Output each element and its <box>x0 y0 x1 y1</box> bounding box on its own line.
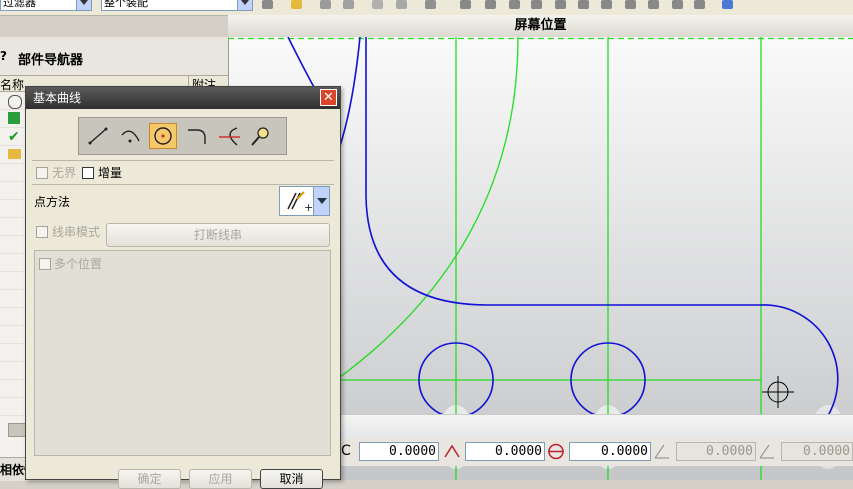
angle-icon[interactable] <box>757 442 777 461</box>
selection-scope-value: 整个装配 <box>104 0 148 9</box>
snap-bounded-icon[interactable] <box>672 0 683 9</box>
folder-icon <box>8 149 21 159</box>
tool-icon[interactable] <box>396 0 407 9</box>
snap-control-icon[interactable] <box>531 0 542 9</box>
circle-icon[interactable] <box>149 123 177 149</box>
coordinate-strip <box>339 414 853 439</box>
model-views-icon <box>8 112 20 124</box>
snap-point-icon[interactable] <box>460 0 471 9</box>
cancel-button[interactable]: 取消 <box>260 469 323 489</box>
main-toolbar: 过滤器 整个装配 <box>0 0 853 16</box>
xc-label: C <box>341 443 351 459</box>
extra-field[interactable]: 0.0000 <box>781 442 853 461</box>
snap-face-icon[interactable] <box>648 0 659 9</box>
coordinate-bar: C 0.0000 0.0000 0.0000 0.0000 0.0000 <box>339 438 853 466</box>
snap-curve-icon[interactable] <box>694 0 705 9</box>
filter-icon[interactable] <box>291 0 302 9</box>
move-icon[interactable] <box>320 0 331 9</box>
chevron-down-icon[interactable] <box>76 0 91 10</box>
select-icon[interactable] <box>343 0 354 9</box>
zc-field[interactable]: 0.0000 <box>569 442 651 461</box>
snap-intersect-icon[interactable] <box>555 0 566 9</box>
curve-type-toolbar <box>78 117 287 155</box>
offset-field[interactable]: 0.0000 <box>676 442 756 461</box>
profile-arc[interactable] <box>760 304 839 420</box>
apply-button[interactable]: 应用 <box>189 469 252 489</box>
snap-end-icon[interactable] <box>485 0 496 9</box>
incremental-checkbox[interactable] <box>82 167 94 179</box>
point-method-label: 点方法 <box>34 195 71 209</box>
filter-combo-value: 过滤器 <box>3 0 36 9</box>
chevron-down-icon[interactable] <box>237 0 252 10</box>
graphics-window-title: 屏幕位置 <box>228 15 853 38</box>
yc-field[interactable]: 0.0000 <box>465 442 545 461</box>
profile-curve[interactable] <box>365 37 761 306</box>
ok-button[interactable]: 确定 <box>118 469 181 489</box>
check-icon: ✔ <box>8 129 20 145</box>
dialog-title: 基本曲线 <box>33 91 82 105</box>
angle-icon[interactable] <box>652 442 672 461</box>
unbounded-label: 无界 <box>52 166 77 180</box>
snap-quadrant-icon[interactable] <box>601 0 612 9</box>
cube-icon[interactable] <box>722 0 733 9</box>
multi-position-checkbox[interactable] <box>39 258 51 270</box>
incremental-label: 增量 <box>98 166 123 180</box>
arc-icon[interactable] <box>117 123 145 149</box>
unbounded-checkbox[interactable] <box>36 167 48 179</box>
crosshair-cursor <box>762 376 794 408</box>
multi-position-panel: 多个位置 <box>34 250 331 456</box>
dialog-titlebar[interactable]: 基本曲线 <box>26 87 340 109</box>
basic-curves-dialog: 基本曲线 ✕ 无界 增量 点方法 + 线串模式 打断线串 多个位置 确定 应用 … <box>25 86 341 489</box>
diameter-icon[interactable] <box>546 442 566 461</box>
snap-mid-icon[interactable] <box>509 0 520 9</box>
navigator-icon: ? <box>0 49 7 63</box>
xc-field[interactable]: 0.0000 <box>359 442 439 461</box>
navigator-title: 部件导航器 <box>18 53 84 68</box>
snap-icon[interactable] <box>262 0 273 9</box>
fillet-icon[interactable] <box>183 123 211 149</box>
selection-scope-combo[interactable]: 整个装配 <box>101 0 253 11</box>
multi-position-label: 多个位置 <box>54 257 103 271</box>
string-mode-label: 线串模式 <box>52 225 101 239</box>
view-icon[interactable] <box>372 0 383 9</box>
point-method-dropdown[interactable]: + <box>279 186 330 216</box>
navigator-header: ? 部件导航器 <box>0 37 228 75</box>
divider <box>32 160 334 161</box>
box-select-icon[interactable] <box>425 0 436 9</box>
divider <box>32 184 334 185</box>
line-icon[interactable] <box>84 123 112 149</box>
filter-combo[interactable]: 过滤器 <box>0 0 92 11</box>
chevron-down-icon[interactable] <box>313 187 329 215</box>
inferred-point-icon: + <box>287 191 313 214</box>
svg-text:+: + <box>304 201 313 214</box>
clock-icon <box>8 95 22 109</box>
close-icon[interactable]: ✕ <box>320 89 337 106</box>
profile-curve-left[interactable] <box>337 37 361 153</box>
snap-existing-icon[interactable] <box>625 0 636 9</box>
snap-center-icon[interactable] <box>578 0 589 9</box>
column-name[interactable]: 名称 <box>0 76 24 93</box>
edit-curve-params-icon[interactable] <box>247 123 275 149</box>
break-string-button[interactable]: 打断线串 <box>106 223 330 247</box>
length-icon[interactable] <box>442 442 462 461</box>
trim-icon[interactable] <box>215 123 243 149</box>
string-mode-checkbox[interactable] <box>36 226 48 238</box>
